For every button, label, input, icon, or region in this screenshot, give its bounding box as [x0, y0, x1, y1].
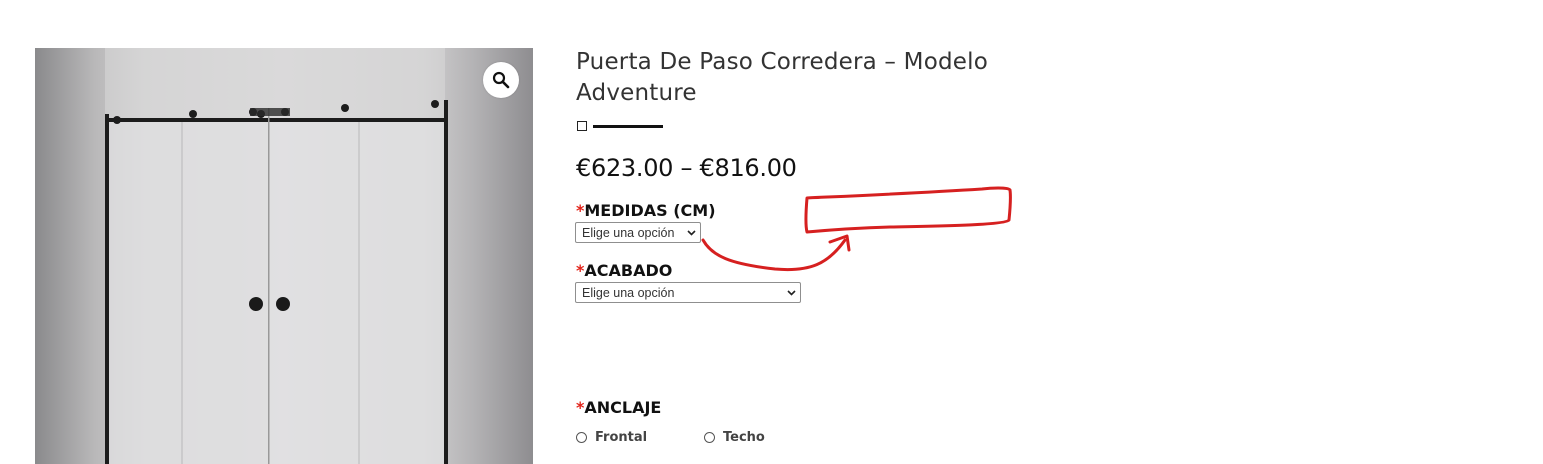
- radio-frontal-label[interactable]: Frontal: [595, 430, 647, 445]
- product-price: €623.00 – €816.00: [576, 154, 797, 182]
- rating-indicator: [577, 121, 663, 131]
- medidas-select-value: Elige una opción: [582, 225, 675, 240]
- radio-techo-label[interactable]: Techo: [723, 430, 765, 445]
- anclaje-radio-group: Frontal Techo: [576, 430, 765, 445]
- zoom-button[interactable]: [483, 62, 519, 98]
- product-page: Puerta De Paso Corredera – Modelo Advent…: [0, 0, 1543, 464]
- acabado-select[interactable]: Elige una opción: [575, 282, 801, 303]
- acabado-label-text: ACABADO: [584, 261, 673, 280]
- annotation-rectangle: [804, 186, 1012, 234]
- acabado-select-value: Elige una opción: [582, 285, 675, 300]
- medidas-select[interactable]: Elige una opción: [575, 222, 701, 243]
- radio-frontal[interactable]: Frontal: [576, 430, 704, 445]
- acabado-label: *ACABADO: [576, 261, 672, 281]
- radio-circle[interactable]: [576, 432, 587, 443]
- anclaje-label: *ANCLAJE: [576, 398, 661, 418]
- anclaje-label-text: ANCLAJE: [584, 398, 662, 417]
- radio-techo[interactable]: Techo: [704, 430, 765, 445]
- radio-circle[interactable]: [704, 432, 715, 443]
- product-image[interactable]: [35, 48, 533, 464]
- red-annotation-markup: [701, 186, 1012, 272]
- chevron-down-icon: [787, 289, 796, 296]
- sliding-door-illustration: [105, 48, 448, 464]
- annotation-arrow: [701, 238, 847, 272]
- product-title: Puerta De Paso Corredera – Modelo Advent…: [576, 49, 988, 106]
- magnifier-icon: [492, 71, 510, 89]
- rating-divider: [593, 124, 663, 128]
- rating-box-icon: [577, 121, 587, 131]
